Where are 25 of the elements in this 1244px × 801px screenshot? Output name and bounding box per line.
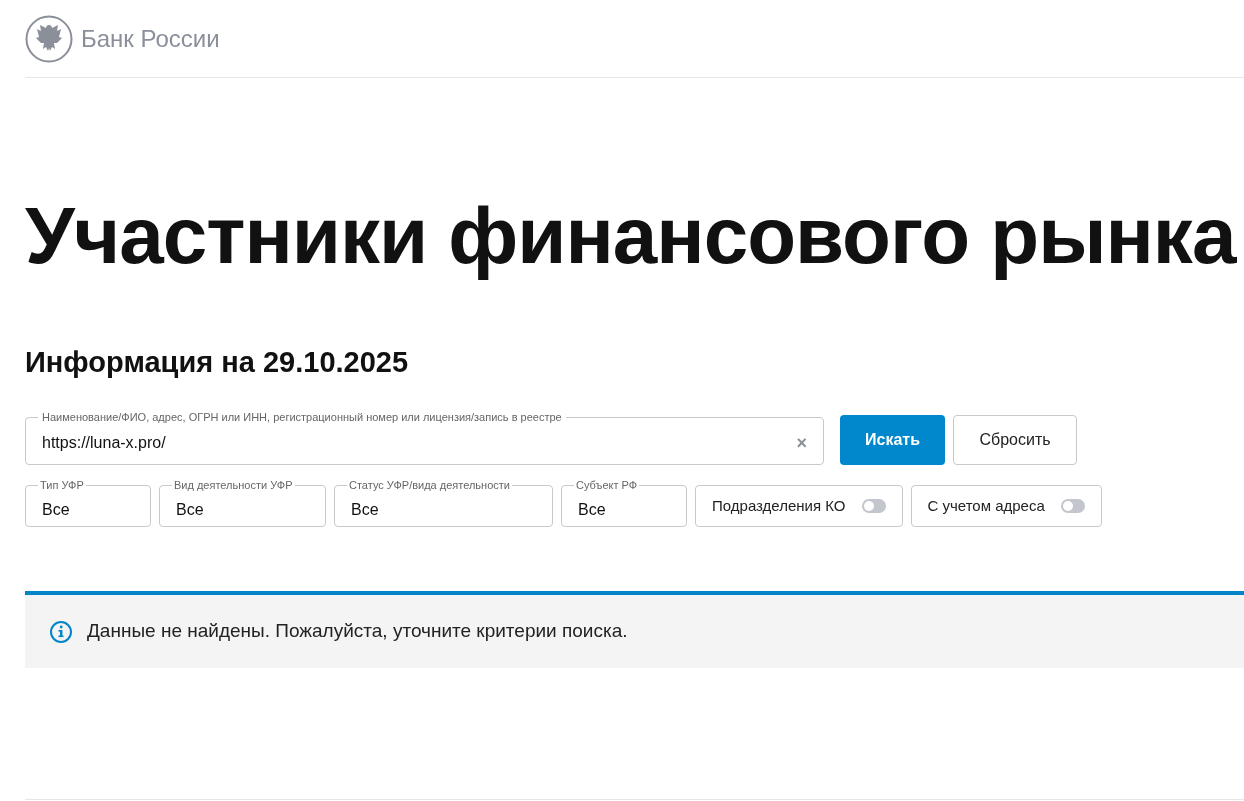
field-label: Вид деятельности УФР — [173, 478, 294, 492]
filter-select[interactable]: Субъект РФ Все — [561, 478, 687, 527]
toggle-label: Подразделения КО — [712, 495, 846, 516]
toggle-label: С учетом адреса — [927, 495, 1045, 516]
field-label: Тип УФР — [39, 478, 85, 492]
filter-select[interactable]: Тип УФР Все — [25, 478, 151, 527]
field-value: Все — [577, 500, 607, 520]
field-label: Наименование/ФИО, адрес, ОГРН или ИНН, регистрационный номер или лицензия/запись в реестре — [41, 410, 563, 424]
field-value: Все — [175, 500, 205, 520]
toggle-switch[interactable] — [861, 499, 886, 513]
field-value: https://luna-x.pro/ — [42, 433, 167, 453]
search-field[interactable]: Наименование/ФИО, адрес, ОГРН или ИНН, регистрационный номер или лицензия/запись в реестре https://luna-x.pro/ × — [25, 410, 824, 465]
notice-text: Данные не найдены. Пожалуйста, уточните критерии поиска. — [87, 619, 628, 644]
toggle-switch[interactable] — [1060, 499, 1085, 513]
filter-select[interactable]: Вид деятельности УФР Все — [159, 478, 326, 527]
reset-button[interactable]: Сбросить — [953, 415, 1077, 465]
field-label: Субъект РФ — [575, 478, 639, 492]
eagle-emblem-icon[interactable] — [25, 14, 73, 63]
field-value: Все — [350, 500, 380, 520]
field-label: Статус УФР/вида деятельности — [348, 478, 511, 492]
field-value: Все — [41, 500, 71, 520]
info-date-heading: Информация на 29.10.2025 — [25, 348, 410, 377]
filter-select[interactable]: Статус УФР/вида деятельности Все — [334, 478, 553, 527]
search-button[interactable]: Искать — [840, 415, 945, 465]
info-icon — [49, 619, 73, 644]
